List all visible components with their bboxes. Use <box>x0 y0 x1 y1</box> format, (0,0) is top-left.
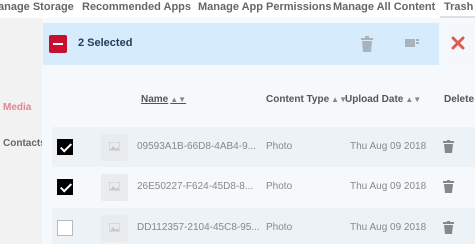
column-header-upload-date[interactable]: Upload Date ▲▼ <box>345 94 421 105</box>
upload-date: Thu Aug 09 2018 <box>350 222 427 233</box>
upload-date: Thu Aug 09 2018 <box>350 181 427 192</box>
image-placeholder-icon <box>109 223 120 232</box>
file-name[interactable]: DD112357-2104-45C8-95... <box>137 222 260 233</box>
tab-manage-storage[interactable]: anage Storage <box>0 0 74 14</box>
content-type: Photo <box>266 181 293 192</box>
row-checkbox[interactable] <box>57 139 73 155</box>
table-row[interactable]: 26E50227-F624-45D8-8... Photo Thu Aug 09… <box>52 167 475 207</box>
close-icon[interactable] <box>451 36 465 55</box>
content-type: Photo <box>266 141 293 152</box>
column-header-name[interactable]: Name ▲▼ <box>141 94 186 105</box>
content-type: Photo <box>266 222 293 233</box>
file-name[interactable]: 26E50227-F624-45D8-8... <box>137 181 253 192</box>
sidebar-item-contacts[interactable]: Contacts <box>3 138 46 149</box>
delete-icon[interactable] <box>443 180 454 198</box>
row-checkbox[interactable] <box>57 179 73 195</box>
image-placeholder-icon <box>109 142 120 151</box>
thumbnail <box>101 174 128 201</box>
move-to-folder-icon[interactable] <box>405 36 421 52</box>
column-header-name-label: Name <box>141 94 169 105</box>
table-row[interactable]: DD112357-2104-45C8-95... Photo Thu Aug 0… <box>52 208 475 244</box>
tab-recommended-apps[interactable]: Recommended Apps <box>82 0 191 14</box>
delete-icon[interactable] <box>443 221 454 239</box>
delete-icon[interactable] <box>443 140 454 158</box>
image-placeholder-icon <box>109 182 120 191</box>
selection-bar: 2 Selected <box>43 23 439 65</box>
deselect-all-button[interactable] <box>49 35 67 53</box>
thumbnail <box>101 134 128 161</box>
sort-icon: ▲▼ <box>170 95 187 104</box>
tab-manage-all-content[interactable]: Manage All Content <box>333 0 435 14</box>
thumbnail <box>101 215 128 242</box>
upload-date: Thu Aug 09 2018 <box>350 141 427 152</box>
tab-trash[interactable]: Trash <box>444 0 473 14</box>
column-header-delete: Delete <box>444 94 475 105</box>
sort-icon: ▲▼ <box>405 95 422 104</box>
sidebar-item-media[interactable]: Media <box>3 102 31 113</box>
selected-count: 2 Selected <box>78 37 133 49</box>
file-name[interactable]: 09593A1B-66D8-4AB4-9... <box>137 141 256 152</box>
column-header-content-type-label: Content Type <box>266 94 330 105</box>
sidebar: Media Contacts <box>0 18 46 244</box>
column-header-content-type[interactable]: Content Type ▲▼ <box>266 94 347 105</box>
top-navigation: anage Storage Recommended Apps Manage Ap… <box>0 0 475 18</box>
trash-icon[interactable] <box>360 36 376 52</box>
column-header-upload-date-label: Upload Date <box>345 94 404 105</box>
close-selection-area <box>441 23 475 65</box>
row-checkbox[interactable] <box>57 220 73 236</box>
table-row[interactable]: 09593A1B-66D8-4AB4-9... Photo Thu Aug 09… <box>52 127 475 167</box>
tab-manage-app-permissions[interactable]: Manage App Permissions <box>198 0 331 14</box>
